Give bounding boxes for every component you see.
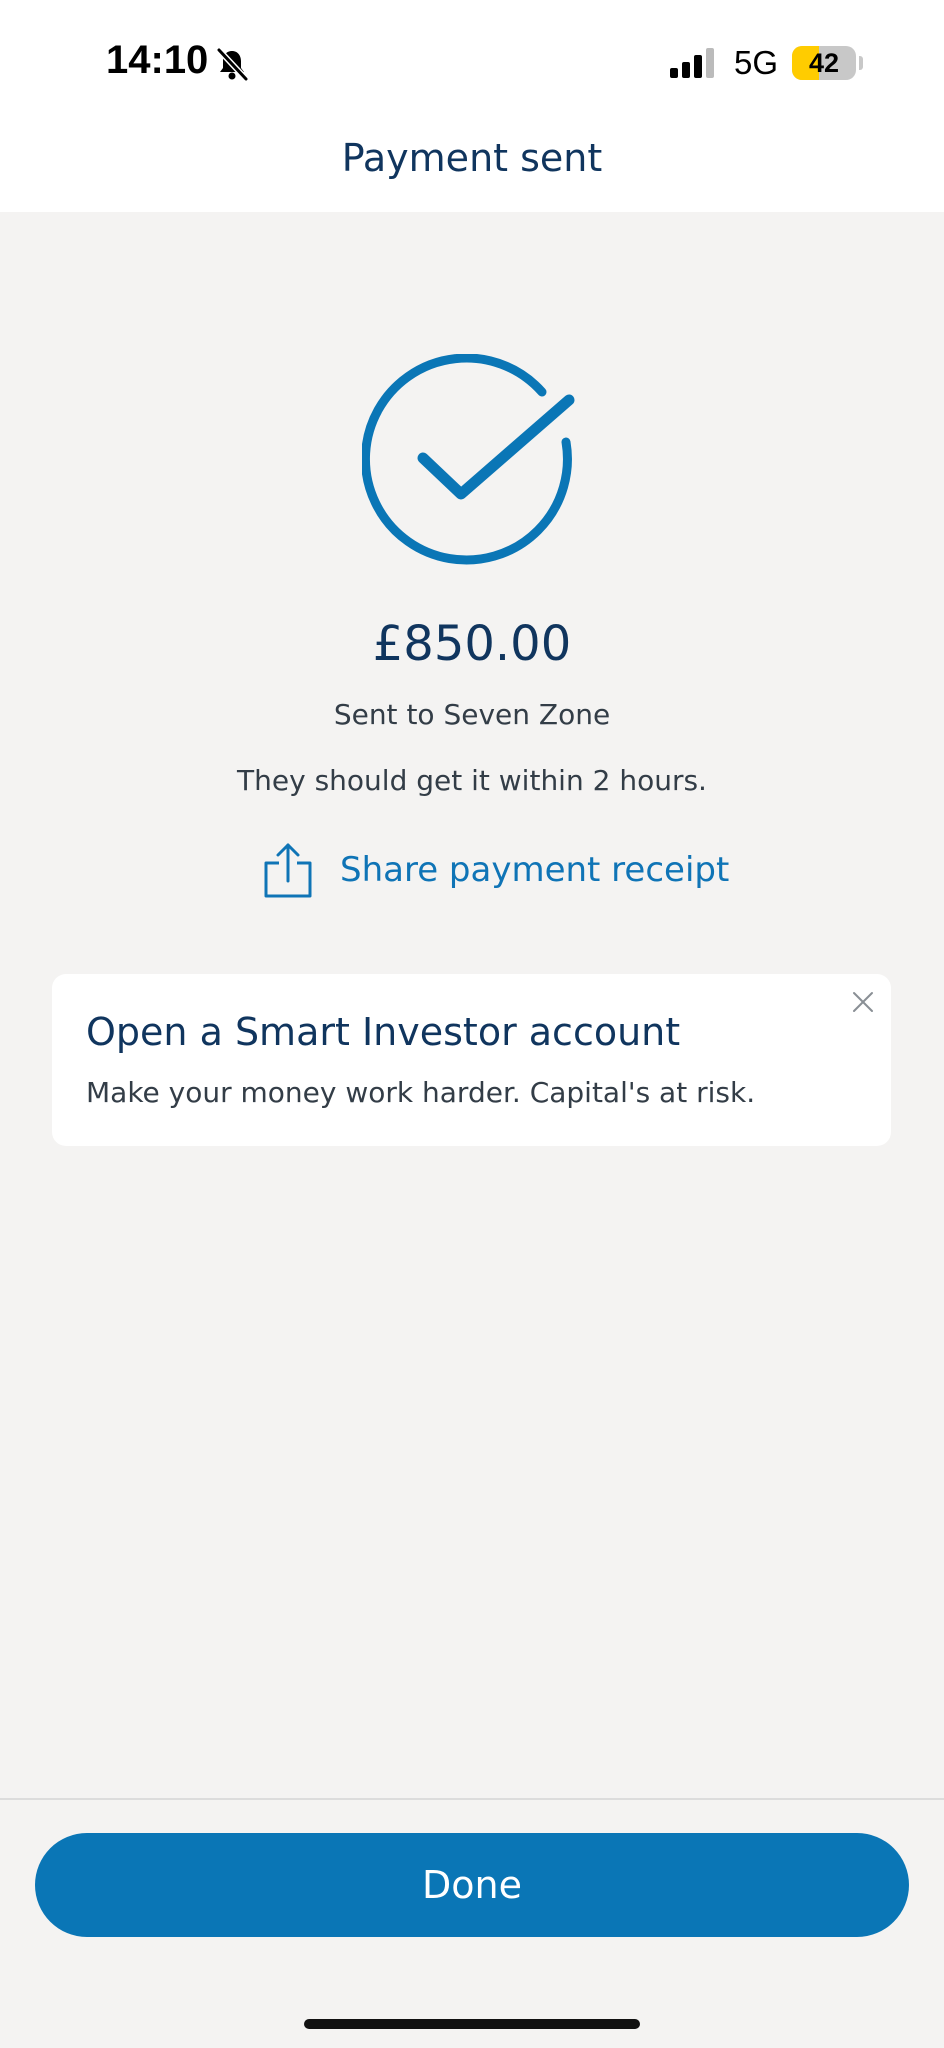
battery-cap [859, 56, 863, 70]
battery-level: 42 [808, 48, 840, 78]
network-type: 5G [734, 44, 779, 81]
status-bar: 14:10 5G 42 [0, 0, 944, 120]
promo-title: Open a Smart Investor account [86, 1010, 681, 1054]
close-icon[interactable] [849, 988, 877, 1016]
delivery-eta-text: They should get it within 2 hours. [237, 764, 707, 797]
signal-icon [670, 48, 714, 78]
share-receipt-label: Share payment receipt [340, 850, 730, 890]
share-icon [264, 843, 312, 898]
bell-slash-icon [216, 47, 249, 82]
promo-card[interactable]: Open a Smart Investor account Make your … [52, 974, 891, 1146]
payment-amount: £850.00 [372, 616, 572, 672]
done-button[interactable]: Done [35, 1833, 909, 1937]
recipient-text: Sent to Seven Zone [333, 698, 611, 731]
checkmark-circle-icon [362, 354, 575, 565]
battery-indicator: 42 [792, 46, 856, 80]
share-receipt-link[interactable]: Share payment receipt [262, 840, 729, 900]
promo-text: Make your money work harder. Capital's a… [86, 1076, 756, 1109]
top-area: 14:10 5G 42 Payment sent [0, 0, 944, 212]
bottom-divider [0, 1798, 944, 1800]
page-title: Payment sent [341, 136, 603, 180]
home-indicator[interactable] [304, 2019, 640, 2029]
status-time: 14:10 [106, 38, 209, 82]
